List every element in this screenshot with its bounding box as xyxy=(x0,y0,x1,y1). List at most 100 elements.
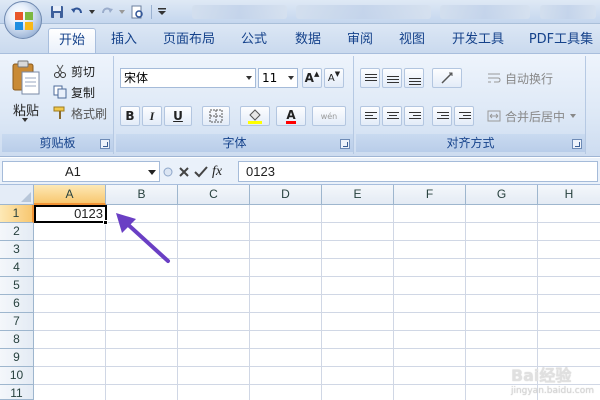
row-header-9[interactable]: 9 xyxy=(0,349,34,367)
align-bottom-button[interactable] xyxy=(404,68,424,88)
format-painter-button[interactable]: 格式刷 xyxy=(52,103,107,123)
paste-dropdown-icon[interactable] xyxy=(22,118,28,122)
undo-icon[interactable] xyxy=(68,3,86,21)
underline-button[interactable]: U xyxy=(164,106,192,126)
title-blur-3 xyxy=(440,5,530,19)
enter-check-icon[interactable] xyxy=(194,165,208,178)
font-color-button[interactable]: A xyxy=(276,106,306,126)
fill-handle[interactable] xyxy=(103,220,108,225)
column-header-d[interactable]: D xyxy=(250,185,322,205)
tab-home[interactable]: 开始 xyxy=(48,28,96,54)
row-header-3[interactable]: 3 xyxy=(0,241,34,259)
increase-indent-button[interactable] xyxy=(454,106,474,126)
wrap-text-button[interactable]: 自动换行 xyxy=(486,68,553,88)
gridline xyxy=(393,205,394,400)
merge-dropdown-icon[interactable] xyxy=(570,114,577,118)
select-all-button[interactable] xyxy=(0,185,34,205)
align-middle-button[interactable] xyxy=(382,68,402,88)
align-top-button[interactable] xyxy=(360,68,380,88)
name-box[interactable]: A1 xyxy=(2,161,160,182)
column-header-f[interactable]: F xyxy=(394,185,466,205)
format-painter-icon xyxy=(52,105,68,121)
merge-center-icon xyxy=(486,108,502,124)
italic-button[interactable]: I xyxy=(142,106,162,126)
cell-a1[interactable]: 0123 xyxy=(34,205,107,223)
ribbon-tabs: 开始 插入 页面布局 公式 数据 审阅 视图 开发工具 PDF工具集 xyxy=(0,24,600,54)
fill-color-button[interactable] xyxy=(240,106,270,126)
phonetic-button[interactable]: wén xyxy=(312,106,346,126)
paste-label: 粘贴 xyxy=(12,104,39,119)
orientation-icon xyxy=(441,72,453,84)
undo-dropdown-icon[interactable] xyxy=(88,3,96,21)
tab-page-layout[interactable]: 页面布局 xyxy=(158,28,220,54)
shrink-font-button[interactable]: A ▼ xyxy=(324,68,344,88)
cut-button[interactable]: 剪切 xyxy=(52,61,95,81)
orientation-button[interactable] xyxy=(432,68,462,88)
column-header-b[interactable]: B xyxy=(106,185,178,205)
column-header-g[interactable]: G xyxy=(466,185,538,205)
merge-center-label: 合并后居中 xyxy=(505,109,566,124)
phonetic-label: wén xyxy=(320,111,338,121)
alignment-group: 自动换行 合并后居中 对齐方式 xyxy=(356,56,586,154)
font-name-select[interactable]: 宋体 xyxy=(120,68,256,88)
column-header-c[interactable]: C xyxy=(178,185,250,205)
borders-button[interactable] xyxy=(202,106,230,126)
title-blur-1 xyxy=(192,5,287,19)
tab-pdf-tools[interactable]: PDF工具集 xyxy=(526,28,596,54)
row-header-5[interactable]: 5 xyxy=(0,277,34,295)
font-color-label: A xyxy=(286,107,296,124)
align-right-button[interactable] xyxy=(404,106,424,126)
decrease-indent-button[interactable] xyxy=(432,106,452,126)
annotation-arrow-icon xyxy=(116,213,170,263)
scissors-icon xyxy=(52,63,68,79)
row-header-6[interactable]: 6 xyxy=(0,295,34,313)
tab-data[interactable]: 数据 xyxy=(288,28,328,54)
gridline xyxy=(34,312,600,313)
column-header-h[interactable]: H xyxy=(538,185,600,205)
font-name-value: 宋体 xyxy=(124,71,149,85)
tab-formulas[interactable]: 公式 xyxy=(234,28,274,54)
font-size-select[interactable]: 11 xyxy=(258,68,298,88)
copy-icon xyxy=(52,84,68,100)
worksheet-grid[interactable]: A B C D E F G H 1 2 3 4 5 6 7 8 9 10 11 … xyxy=(0,185,600,400)
align-center-button[interactable] xyxy=(382,106,402,126)
alignment-launcher-icon[interactable] xyxy=(572,139,582,149)
tab-review[interactable]: 审阅 xyxy=(340,28,380,54)
copy-button[interactable]: 复制 xyxy=(52,82,95,102)
chevron-down-icon[interactable] xyxy=(148,170,156,175)
save-icon[interactable] xyxy=(48,3,66,21)
office-button[interactable] xyxy=(4,1,42,39)
redo-icon[interactable] xyxy=(98,3,116,21)
customize-qat-icon[interactable] xyxy=(157,3,167,21)
row-header-7[interactable]: 7 xyxy=(0,313,34,331)
row-header-10[interactable]: 10 xyxy=(0,367,34,385)
clipboard-launcher-icon[interactable] xyxy=(100,139,110,149)
row-header-1[interactable]: 1 xyxy=(0,205,34,223)
preview-icon[interactable] xyxy=(128,3,146,21)
paste-button[interactable]: 粘贴 xyxy=(6,60,46,130)
font-launcher-icon[interactable] xyxy=(340,139,350,149)
column-header-e[interactable]: E xyxy=(322,185,394,205)
insert-function-icon[interactable]: fx xyxy=(212,164,222,180)
tab-view[interactable]: 视图 xyxy=(392,28,432,54)
watermark: Bai经验 jingyan.baidu.com xyxy=(511,362,594,396)
formula-bar: A1 fx 0123 xyxy=(0,158,600,185)
format-painter-label: 格式刷 xyxy=(71,106,108,121)
next-group-edge xyxy=(588,56,600,154)
row-header-11[interactable]: 11 xyxy=(0,385,34,400)
merge-center-button[interactable]: 合并后居中 xyxy=(486,106,577,126)
row-header-2[interactable]: 2 xyxy=(0,223,34,241)
grow-font-button[interactable]: A ▲ xyxy=(302,68,322,88)
tab-developer[interactable]: 开发工具 xyxy=(446,28,510,54)
cancel-icon[interactable] xyxy=(178,166,190,178)
redo-dropdown-icon[interactable] xyxy=(118,3,126,21)
row-header-8[interactable]: 8 xyxy=(0,331,34,349)
column-header-a[interactable]: A xyxy=(34,185,106,205)
tab-insert[interactable]: 插入 xyxy=(104,28,144,54)
formula-input[interactable]: 0123 xyxy=(238,161,598,182)
bold-button[interactable]: B xyxy=(120,106,140,126)
row-header-4[interactable]: 4 xyxy=(0,259,34,277)
italic-label: I xyxy=(149,108,155,123)
align-left-button[interactable] xyxy=(360,106,380,126)
title-blur-4 xyxy=(540,5,596,19)
